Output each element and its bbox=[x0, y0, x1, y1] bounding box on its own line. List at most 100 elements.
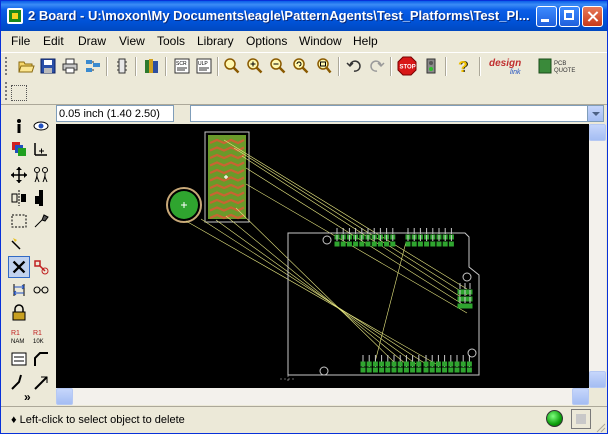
close-button[interactable] bbox=[582, 6, 603, 27]
value-icon[interactable]: R110K bbox=[32, 327, 50, 345]
header-pad bbox=[442, 241, 448, 247]
scroll-down-button[interactable] bbox=[589, 371, 606, 388]
open-icon[interactable] bbox=[17, 57, 35, 75]
zoom-redraw-icon[interactable] bbox=[292, 57, 310, 75]
header-pad bbox=[467, 303, 473, 309]
pcb-quote-icon[interactable]: PCB QUOTE bbox=[538, 56, 580, 76]
minimize-button[interactable] bbox=[536, 6, 557, 27]
save-icon[interactable] bbox=[39, 57, 57, 75]
mirror-icon[interactable] bbox=[10, 189, 28, 207]
stop-icon[interactable]: STOP bbox=[397, 56, 417, 76]
eagle-app-icon[interactable] bbox=[7, 8, 23, 24]
toolbar-grip[interactable] bbox=[5, 57, 10, 75]
header-pad bbox=[403, 367, 409, 373]
lock-icon[interactable] bbox=[10, 304, 28, 322]
menu-edit[interactable]: Edit bbox=[43, 34, 64, 48]
zoom-select-icon[interactable] bbox=[315, 57, 333, 75]
svg-text:10K: 10K bbox=[33, 339, 44, 345]
redo-icon[interactable] bbox=[368, 57, 386, 75]
group-icon[interactable] bbox=[10, 212, 28, 230]
status-text: Left-click to select object to delete bbox=[19, 414, 185, 426]
scroll-up-button[interactable] bbox=[589, 124, 606, 141]
optimize-icon[interactable] bbox=[32, 373, 50, 391]
display-icon[interactable] bbox=[10, 140, 28, 158]
rotate-icon[interactable] bbox=[32, 189, 50, 207]
zoom-fit-icon[interactable] bbox=[223, 57, 241, 75]
zoom-in-icon[interactable] bbox=[246, 57, 264, 75]
run-ulp-icon[interactable]: ULP bbox=[195, 57, 213, 75]
menu-view[interactable]: View bbox=[119, 34, 145, 48]
header-pad bbox=[429, 367, 435, 373]
menu-library[interactable]: Library bbox=[197, 34, 234, 48]
more-tools-icon[interactable]: » bbox=[24, 390, 31, 404]
print-icon[interactable] bbox=[61, 57, 79, 75]
stop-command-button[interactable] bbox=[571, 409, 591, 429]
scroll-left-button[interactable] bbox=[56, 388, 73, 405]
vertical-scrollbar[interactable] bbox=[589, 124, 606, 388]
board-switch-icon[interactable] bbox=[113, 57, 131, 75]
split-icon[interactable] bbox=[10, 373, 28, 391]
toolbar-separator bbox=[445, 57, 447, 76]
header-pad bbox=[457, 303, 463, 309]
menu-file[interactable]: File bbox=[11, 34, 30, 48]
command-history-dropdown[interactable] bbox=[587, 105, 604, 122]
show-icon[interactable] bbox=[32, 117, 50, 135]
name-icon[interactable]: R1 NAM bbox=[10, 327, 28, 345]
resize-grip-icon[interactable] bbox=[594, 421, 606, 433]
grid-param-icon[interactable] bbox=[11, 85, 27, 101]
header-pad bbox=[436, 241, 442, 247]
pinswap-icon[interactable] bbox=[10, 281, 28, 299]
header-pad bbox=[384, 241, 390, 247]
maximize-button[interactable] bbox=[559, 6, 580, 27]
title-bar[interactable]: 2 Board - U:\moxon\My Documents\eagle\Pa… bbox=[1, 1, 607, 31]
copy-icon[interactable] bbox=[32, 166, 50, 184]
toolbar-grip[interactable] bbox=[5, 82, 10, 100]
status-bar: ♦ Left-click to select object to delete bbox=[1, 406, 607, 433]
toolbar-separator bbox=[106, 57, 108, 76]
round-pad[interactable] bbox=[166, 187, 202, 223]
header-pad bbox=[405, 241, 411, 247]
help-icon[interactable]: ?? bbox=[455, 57, 473, 75]
designlink-icon[interactable]: design link bbox=[488, 55, 534, 77]
move-icon[interactable] bbox=[10, 166, 28, 184]
header-pad bbox=[397, 361, 403, 367]
header-pad bbox=[435, 361, 441, 367]
replace-icon[interactable] bbox=[32, 281, 50, 299]
menu-help[interactable]: Help bbox=[353, 34, 378, 48]
header-pad bbox=[346, 241, 352, 247]
pattern-component[interactable] bbox=[204, 131, 250, 223]
ready-indicator-icon bbox=[546, 410, 563, 427]
info-icon[interactable] bbox=[10, 117, 28, 135]
menu-draw[interactable]: Draw bbox=[78, 34, 106, 48]
scroll-right-button[interactable] bbox=[572, 388, 589, 405]
header-pad bbox=[454, 361, 460, 367]
board-canvas[interactable] bbox=[56, 124, 589, 388]
paste-icon[interactable] bbox=[10, 235, 28, 253]
miter-icon[interactable] bbox=[32, 350, 50, 368]
header-pad bbox=[410, 361, 416, 367]
add-icon[interactable] bbox=[32, 258, 50, 276]
script-icon[interactable]: SCR bbox=[173, 57, 191, 75]
command-line-input[interactable] bbox=[190, 105, 588, 122]
header-pad bbox=[466, 361, 472, 367]
horizontal-scrollbar[interactable] bbox=[56, 388, 589, 405]
menu-window[interactable]: Window bbox=[299, 34, 342, 48]
zoom-out-icon[interactable] bbox=[269, 57, 287, 75]
header-pad bbox=[423, 361, 429, 367]
cam-icon[interactable] bbox=[84, 57, 102, 75]
menu-tools[interactable]: Tools bbox=[157, 34, 185, 48]
menu-options[interactable]: Options bbox=[246, 34, 287, 48]
undo-icon[interactable] bbox=[345, 57, 363, 75]
stop-label: STOP bbox=[400, 65, 416, 71]
header-pad bbox=[430, 241, 436, 247]
svg-text:?: ? bbox=[458, 59, 468, 75]
go-icon[interactable] bbox=[422, 57, 440, 75]
toolbar-separator bbox=[479, 57, 481, 76]
change-icon[interactable] bbox=[32, 212, 50, 230]
delete-icon[interactable] bbox=[8, 256, 30, 278]
header-pad bbox=[390, 241, 396, 247]
toolbar-separator bbox=[338, 57, 340, 76]
library-icon[interactable] bbox=[143, 57, 161, 75]
mark-icon[interactable] bbox=[32, 140, 50, 158]
smash-icon[interactable] bbox=[10, 350, 28, 368]
